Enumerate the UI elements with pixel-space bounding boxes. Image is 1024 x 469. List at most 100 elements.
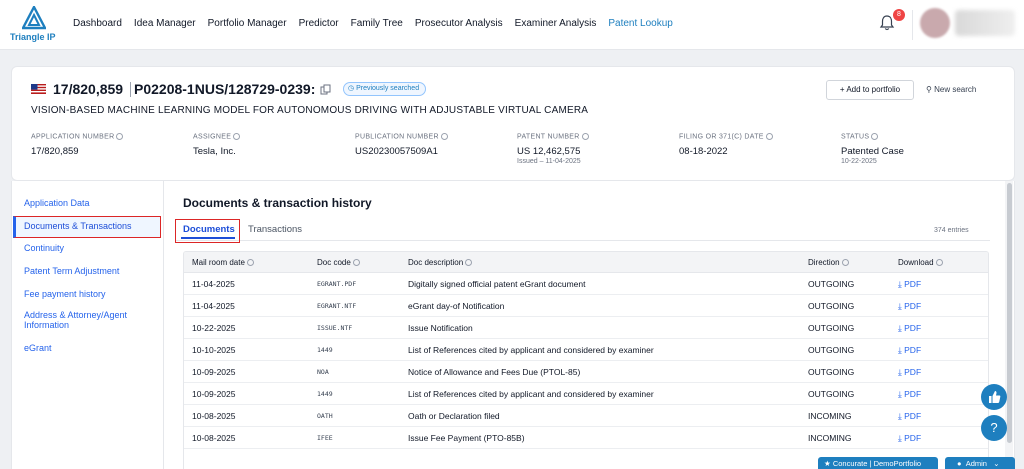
scrollbar-thumb[interactable] — [1007, 183, 1012, 443]
concurate-label: Concurate — [832, 459, 868, 468]
thumbs-up-icon — [989, 391, 1001, 403]
admin-label: Admin — [965, 459, 987, 468]
info-icon[interactable] — [352, 259, 360, 267]
download-pdf-link[interactable]: ⤓ PDF — [898, 279, 921, 290]
cell-date: 10-08-2025 — [192, 411, 236, 421]
help-button[interactable]: ? — [981, 415, 1007, 441]
cell-code: ISSUE.NTF — [317, 324, 353, 332]
sidebar-item-address-attorney-agent-information[interactable]: Address & Attorney/Agent Information — [24, 310, 144, 330]
tab-documents[interactable]: Documents — [183, 224, 235, 235]
download-icon: ⤓ — [898, 433, 902, 443]
download-icon: ⤓ — [898, 411, 902, 421]
field-application-number: APPLICATION NUMBER 17/820,859 — [31, 133, 124, 158]
column-header-direction: Direction — [808, 258, 849, 267]
download-pdf-link[interactable]: ⤓ PDF — [898, 433, 921, 444]
nav-item-examiner-analysis[interactable]: Examiner Analysis — [515, 18, 597, 29]
field-sub: 10-22-2025 — [841, 158, 877, 166]
document-tabs: Documents Transactions — [175, 219, 990, 243]
column-header-doc-description: Doc description — [408, 258, 473, 267]
nav-item-patent-lookup[interactable]: Patent Lookup — [608, 18, 673, 29]
new-search-button[interactable]: ⚲ New search — [926, 80, 988, 100]
nav-item-predictor[interactable]: Predictor — [299, 18, 339, 29]
cell-dir: INCOMING — [808, 411, 852, 421]
sidebar-item-fee-payment-history[interactable]: Fee payment history — [24, 289, 106, 299]
copy-icon[interactable] — [320, 84, 331, 95]
table-row: 10-09-2025 NOA Notice of Allowance and Fee… — [184, 361, 988, 383]
star-icon: ★ — [824, 459, 831, 468]
cell-dir: OUTGOING — [808, 367, 855, 377]
sidebar-item-documents-transactions[interactable]: Documents & Transactions — [24, 221, 132, 231]
sidebar-item-patent-term-adjustment[interactable]: Patent Term Adjustment — [24, 266, 119, 276]
download-icon: ⤓ — [898, 279, 902, 289]
table-row: 10-08-2025 IFEE Issue Fee Payment (PTO-85B… — [184, 427, 988, 449]
field-label: ASSIGNEE — [193, 133, 241, 140]
info-icon[interactable] — [116, 133, 124, 140]
add-to-portfolio-button[interactable]: + Add to portfolio — [826, 80, 914, 100]
cell-desc: Issue Notification — [408, 323, 473, 333]
download-icon: ⤓ — [898, 323, 902, 333]
brand-logo[interactable]: Triangle IP — [10, 6, 58, 44]
docket-number: P02208-1NUS/128729-0239: — [134, 81, 316, 97]
info-icon[interactable] — [765, 133, 773, 140]
cell-date: 11-04-2025 — [192, 301, 235, 311]
nav-item-family-tree[interactable]: Family Tree — [351, 18, 403, 29]
info-icon[interactable] — [246, 259, 254, 267]
download-pdf-link[interactable]: ⤓ PDF — [898, 411, 921, 422]
cell-date: 10-09-2025 — [192, 367, 236, 377]
field-filing-or-371-c-date: FILING OR 371(C) DATE 08-18-2022 — [679, 133, 773, 157]
field-status: STATUS Patented Case 10-22-2025 — [841, 133, 904, 165]
admin-menu[interactable]: ● Admin ⌄ — [945, 457, 1015, 469]
field-value: US 12,462,575 — [517, 146, 581, 158]
field-value: US20230057509A1 — [355, 146, 438, 158]
user-name-redacted[interactable] — [955, 10, 1015, 36]
cell-date: 10-10-2025 — [192, 345, 236, 355]
info-icon[interactable] — [841, 259, 849, 267]
cell-date: 10-09-2025 — [192, 389, 236, 399]
clock-icon: ◷ — [348, 85, 355, 92]
feedback-button[interactable] — [981, 384, 1007, 410]
sidebar-item-application-data[interactable]: Application Data — [24, 198, 90, 208]
field-label: APPLICATION NUMBER — [31, 133, 124, 140]
nav-item-portfolio-manager[interactable]: Portfolio Manager — [208, 18, 287, 29]
info-icon[interactable] — [465, 259, 473, 267]
download-pdf-link[interactable]: ⤓ PDF — [898, 323, 921, 334]
info-icon[interactable] — [581, 133, 589, 140]
cell-desc: Issue Fee Payment (PTO-85B) — [408, 433, 525, 443]
nav-item-idea-manager[interactable]: Idea Manager — [134, 18, 196, 29]
table-row: 10-08-2025 OATH Oath or Declaration filed I… — [184, 405, 988, 427]
nav-item-dashboard[interactable]: Dashboard — [73, 18, 122, 29]
table-header: Mail room date Doc code Doc description Dir… — [184, 252, 988, 273]
table-row: 10-10-2025 1449 List of References cited b… — [184, 339, 988, 361]
download-icon: ⤓ — [898, 301, 902, 311]
download-pdf-link[interactable]: ⤓ PDF — [898, 301, 921, 312]
field-value: 17/820,859 — [31, 146, 79, 158]
download-pdf-link[interactable]: ⤓ PDF — [898, 389, 921, 400]
cell-date: 11-04-2025 — [192, 279, 235, 289]
main-nav: Dashboard Idea Manager Portfolio Manager Pr… — [73, 18, 673, 29]
download-pdf-link[interactable]: ⤓ PDF — [898, 367, 921, 378]
cell-dir: OUTGOING — [808, 345, 855, 355]
download-pdf-link[interactable]: ⤓ PDF — [898, 345, 921, 356]
info-icon[interactable] — [233, 133, 241, 140]
cell-desc: Digitally signed official patent eGrant … — [408, 279, 586, 289]
nav-item-prosecutor-analysis[interactable]: Prosecutor Analysis — [415, 18, 503, 29]
field-label: PATENT NUMBER — [517, 133, 589, 140]
status-dot-icon: ● — [957, 459, 962, 468]
cell-dir: OUTGOING — [808, 389, 855, 399]
table-row: 11-04-2025 EGRANT.PDF Digitally signed off… — [184, 273, 988, 295]
download-icon: ⤓ — [898, 389, 902, 399]
info-icon[interactable] — [935, 259, 943, 267]
tab-transactions[interactable]: Transactions — [248, 224, 302, 235]
concurate-portfolio-pill[interactable]: ★ Concurate | DemoPortfolio — [818, 457, 938, 469]
portfolio-label: DemoPortfolio — [873, 459, 922, 468]
sidebar-item-continuity[interactable]: Continuity — [24, 243, 64, 253]
sidebar-item-egrant[interactable]: eGrant — [24, 343, 52, 353]
search-icon: ⚲ — [926, 85, 932, 94]
column-header-doc-code: Doc code — [317, 258, 360, 267]
info-icon[interactable] — [871, 133, 879, 140]
info-icon[interactable] — [440, 133, 448, 140]
field-label: FILING OR 371(C) DATE — [679, 133, 773, 140]
documents-table: Mail room date Doc code Doc description Dir… — [183, 251, 989, 469]
cell-code: EGRANT.NTF — [317, 302, 357, 310]
user-avatar[interactable] — [920, 8, 950, 38]
